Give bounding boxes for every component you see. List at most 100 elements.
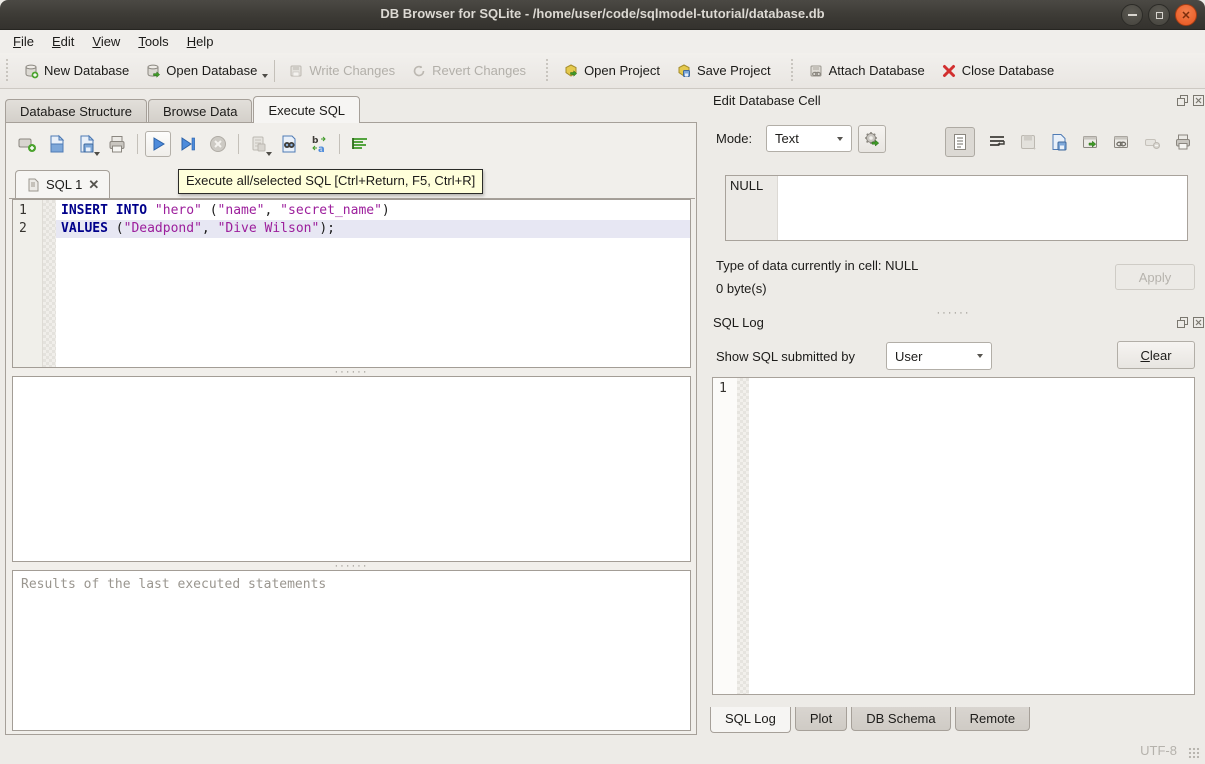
results-grid-panel[interactable] — [12, 376, 691, 562]
close-database-button[interactable]: Close Database — [933, 59, 1063, 83]
sql-log-filter-select[interactable]: User — [886, 342, 992, 370]
toolbar-separator — [274, 60, 275, 82]
text-document-icon — [951, 133, 969, 151]
toolbar-drag-handle[interactable] — [789, 59, 796, 83]
sql-log-dock-buttons — [1176, 316, 1204, 328]
attach-database-button[interactable]: Attach Database — [800, 59, 933, 83]
close-tab-icon[interactable]: ✕ — [88, 177, 99, 193]
minimize-button[interactable] — [1121, 4, 1143, 26]
tab-database-structure[interactable]: Database Structure — [5, 99, 147, 123]
tab-db-schema[interactable]: DB Schema — [851, 707, 950, 731]
word-wrap-icon[interactable] — [988, 133, 1006, 151]
save-project-button[interactable]: Save Project — [668, 59, 779, 83]
save-results-button[interactable] — [246, 131, 272, 157]
splitter-handle[interactable]: ······ — [12, 369, 691, 376]
open-sql-file-button[interactable] — [44, 131, 70, 157]
tab-execute-sql[interactable]: Execute SQL — [253, 96, 360, 123]
menu-tools[interactable]: Tools — [129, 32, 177, 51]
copy-link-icon[interactable] — [1112, 133, 1130, 151]
stop-execution-button[interactable] — [205, 131, 231, 157]
gear-arrow-icon — [863, 130, 881, 148]
close-panel-button[interactable] — [1192, 94, 1204, 106]
code-line[interactable]: INSERT INTO "hero" ("name", "secret_name… — [56, 202, 690, 220]
auto-apply-button[interactable] — [858, 125, 886, 153]
print-sql-button[interactable] — [104, 131, 130, 157]
find-replace-button[interactable]: b a — [306, 131, 332, 157]
sql-doc-tab-label: SQL 1 — [46, 177, 82, 192]
splitter-handle[interactable]: ······ — [12, 563, 691, 570]
menu-help[interactable]: Help — [178, 32, 223, 51]
code-line[interactable]: VALUES ("Deadpond", "Dive Wilson"); — [56, 220, 690, 238]
sql-code-editor[interactable]: 12 INSERT INTO "hero" ("name", "secret_n… — [12, 199, 691, 368]
log-content-area[interactable] — [749, 378, 1194, 694]
tab-remote[interactable]: Remote — [955, 707, 1031, 731]
write-changes-button[interactable]: Write Changes — [280, 59, 403, 83]
find-button[interactable] — [276, 131, 302, 157]
dock-tab-bar: SQL Log Plot DB Schema Remote — [710, 707, 1034, 733]
database-open-icon — [145, 63, 161, 79]
cell-value-area[interactable] — [778, 176, 1187, 240]
revert-changes-button[interactable]: Revert Changes — [403, 59, 534, 83]
new-database-button[interactable]: New Database — [15, 59, 137, 83]
close-icon: ✕ — [1176, 5, 1196, 25]
cell-size-info: 0 byte(s) — [716, 281, 767, 296]
tab-sql-log[interactable]: SQL Log — [710, 707, 791, 733]
import-data-icon[interactable] — [1019, 133, 1037, 151]
menu-view[interactable]: View — [83, 32, 129, 51]
close-button[interactable]: ✕ — [1175, 4, 1197, 26]
sql-doc-tab[interactable]: SQL 1 ✕ — [15, 170, 110, 198]
set-null-icon[interactable] — [1143, 133, 1161, 151]
main-toolbar: New Database Open Database Write Changes — [0, 53, 1205, 89]
open-file-icon — [47, 134, 67, 154]
stop-icon — [208, 134, 228, 154]
line-number-gutter: 12 — [13, 200, 43, 367]
sql-log-view[interactable]: 1 — [712, 377, 1195, 695]
new-sql-tab-button[interactable] — [14, 131, 40, 157]
resize-grip[interactable] — [1188, 747, 1201, 760]
execute-current-line-button[interactable] — [175, 131, 201, 157]
main-tab-bar: Database Structure Browse Data Execute S… — [5, 96, 361, 123]
format-sql-button[interactable] — [347, 131, 373, 157]
play-to-cursor-icon — [178, 134, 198, 154]
menu-file[interactable]: File — [4, 32, 43, 51]
tab-browse-data[interactable]: Browse Data — [148, 99, 252, 123]
open-database-button[interactable]: Open Database — [137, 59, 265, 83]
minimize-icon — [1128, 14, 1137, 16]
execute-all-button[interactable] — [145, 131, 171, 157]
clear-log-button[interactable]: Clear — [1117, 341, 1195, 369]
app-window: DB Browser for SQLite - /home/user/code/… — [0, 0, 1205, 764]
apply-button[interactable]: Apply — [1115, 264, 1195, 290]
results-message-panel[interactable]: Results of the last executed statements — [12, 570, 691, 731]
toolbar-drag-handle[interactable] — [544, 59, 551, 83]
encoding-indicator[interactable]: UTF-8 — [1140, 743, 1177, 758]
print-icon — [107, 134, 127, 154]
mode-select[interactable]: Text — [766, 125, 852, 152]
maximize-button[interactable] — [1148, 4, 1170, 26]
cell-value-editor[interactable]: NULL — [725, 175, 1188, 241]
new-tab-icon — [17, 134, 37, 154]
write-changes-icon — [288, 63, 304, 79]
sql-log-filter-label: Show SQL submitted by — [716, 349, 855, 364]
open-in-external-icon[interactable] — [1081, 133, 1099, 151]
attach-database-icon — [808, 63, 824, 79]
float-panel-button[interactable] — [1176, 94, 1188, 106]
execute-sql-tooltip: Execute all/selected SQL [Ctrl+Return, F… — [178, 169, 483, 194]
save-file-icon — [77, 134, 97, 154]
float-panel-button[interactable] — [1176, 316, 1188, 328]
sql-code-lines[interactable]: INSERT INTO "hero" ("name", "secret_name… — [56, 200, 690, 367]
tab-plot[interactable]: Plot — [795, 707, 847, 731]
title-bar[interactable]: DB Browser for SQLite - /home/user/code/… — [0, 0, 1205, 30]
log-line-number-gutter: 1 — [713, 378, 737, 694]
text-mode-toggle[interactable] — [945, 127, 975, 157]
print-cell-icon[interactable] — [1174, 133, 1192, 151]
export-data-icon[interactable] — [1050, 133, 1068, 151]
toolbar-drag-handle[interactable] — [4, 59, 11, 83]
dock-splitter[interactable]: ······ — [712, 304, 1195, 319]
open-database-dropdown[interactable] — [261, 61, 269, 81]
line-number: 2 — [13, 220, 42, 238]
save-sql-file-button[interactable] — [74, 131, 100, 157]
cell-type-info: Type of data currently in cell: NULL — [716, 258, 918, 273]
close-panel-button[interactable] — [1192, 316, 1204, 328]
open-project-button[interactable]: Open Project — [555, 59, 668, 83]
menu-edit[interactable]: Edit — [43, 32, 83, 51]
